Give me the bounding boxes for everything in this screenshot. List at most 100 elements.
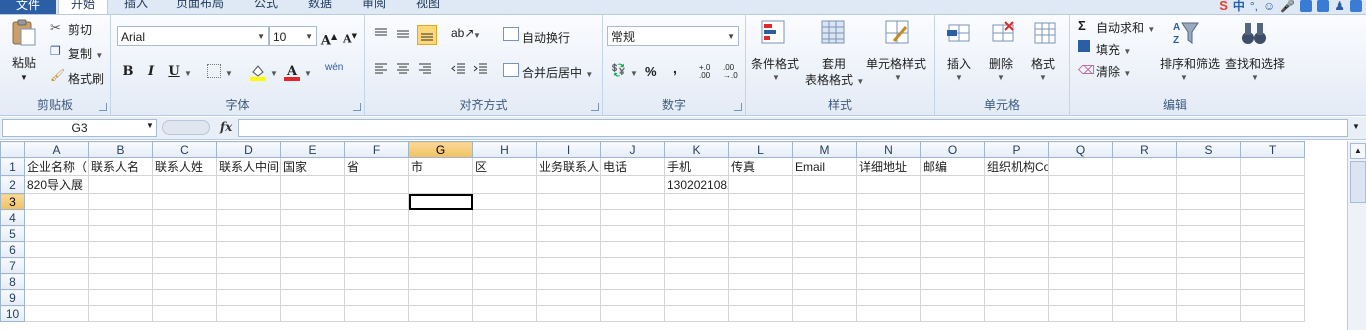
cell-styles-dropdown-icon[interactable]: ▼ (894, 73, 902, 82)
paste-icon[interactable] (10, 19, 38, 47)
cell-d9[interactable] (216, 289, 281, 306)
cell-i9[interactable] (536, 289, 601, 306)
formula-bar-splitter[interactable] (162, 120, 210, 135)
percent-button[interactable]: % (645, 64, 657, 79)
cell-r5[interactable] (1112, 225, 1177, 242)
cell-o8[interactable] (920, 273, 985, 290)
align-center-icon[interactable] (395, 62, 411, 76)
font-size-select[interactable]: 10 ▼ (269, 26, 317, 46)
cell-m2[interactable] (792, 175, 857, 194)
row-header-9[interactable]: 9 (0, 289, 25, 306)
column-header-p[interactable]: P (984, 141, 1049, 158)
cell-o1[interactable]: 邮编 (920, 157, 985, 176)
cell-h5[interactable] (472, 225, 537, 242)
cell-n2[interactable] (856, 175, 921, 194)
cell-e7[interactable] (280, 257, 345, 274)
cell-b2[interactable] (88, 175, 153, 194)
scroll-up-icon[interactable]: ▲ (1350, 143, 1366, 159)
row-header-2[interactable]: 2 (0, 175, 25, 194)
clipboard-launcher-icon[interactable] (99, 103, 107, 111)
microphone-icon[interactable]: 🎤 (1280, 0, 1295, 13)
cell-m8[interactable] (792, 273, 857, 290)
format-as-table-button[interactable]: 表格格式 ▼ (805, 71, 864, 88)
align-right-icon[interactable] (417, 62, 433, 76)
format-as-table-line1[interactable]: 套用 (822, 55, 846, 72)
cell-a3[interactable] (24, 193, 89, 210)
font-name-select[interactable]: Arial ▼ (117, 26, 269, 46)
cell-f9[interactable] (344, 289, 409, 306)
cell-q10[interactable] (1048, 305, 1113, 322)
cell-t6[interactable] (1240, 241, 1305, 258)
cell-n8[interactable] (856, 273, 921, 290)
user-icon[interactable]: ♟ (1334, 0, 1345, 13)
cell-b9[interactable] (88, 289, 153, 306)
cell-l2[interactable] (728, 175, 793, 194)
align-bottom-icon[interactable] (417, 25, 437, 45)
cell-b1[interactable]: 联系人名 (88, 157, 153, 176)
tab-home[interactable]: 开始 (58, 0, 108, 14)
cell-f7[interactable] (344, 257, 409, 274)
cell-k9[interactable] (664, 289, 729, 306)
borders-dropdown-icon[interactable]: ▼ (225, 69, 233, 78)
cell-f2[interactable] (344, 175, 409, 194)
increase-indent-icon[interactable] (473, 62, 489, 76)
cell-s7[interactable] (1176, 257, 1241, 274)
cell-r3[interactable] (1112, 193, 1177, 210)
cell-t5[interactable] (1240, 225, 1305, 242)
cell-d6[interactable] (216, 241, 281, 258)
column-header-c[interactable]: C (152, 141, 217, 158)
cell-n6[interactable] (856, 241, 921, 258)
column-header-o[interactable]: O (920, 141, 985, 158)
cell-j8[interactable] (600, 273, 665, 290)
format-cells-button[interactable]: 格式 (1031, 55, 1055, 72)
cell-l5[interactable] (728, 225, 793, 242)
cell-t1[interactable] (1240, 157, 1305, 176)
cell-c5[interactable] (152, 225, 217, 242)
cell-g1[interactable]: 市 (408, 157, 473, 176)
currency-dropdown-icon[interactable]: ▼ (630, 69, 638, 78)
wrap-text-button[interactable]: 自动换行 (522, 29, 570, 46)
cell-d10[interactable] (216, 305, 281, 322)
format-dropdown-icon[interactable]: ▼ (1039, 73, 1047, 82)
cell-k5[interactable] (664, 225, 729, 242)
tab-page-layout[interactable]: 页面布局 (170, 0, 230, 14)
row-header-10[interactable]: 10 (0, 305, 25, 322)
cell-t9[interactable] (1240, 289, 1305, 306)
sort-filter-button[interactable]: 排序和筛选 (1160, 55, 1220, 72)
cell-e8[interactable] (280, 273, 345, 290)
vertical-scrollbar[interactable]: ▲ (1347, 141, 1366, 330)
format-painter-button[interactable]: 格式刷 (68, 70, 104, 87)
cell-j4[interactable] (600, 209, 665, 226)
cell-j6[interactable] (600, 241, 665, 258)
cell-o6[interactable] (920, 241, 985, 258)
underline-dropdown-icon[interactable]: ▼ (184, 69, 192, 78)
cell-k2[interactable]: 13020210820 (664, 175, 729, 194)
cell-q1[interactable] (1048, 157, 1113, 176)
cell-d5[interactable] (216, 225, 281, 242)
paste-button[interactable]: 粘贴 (12, 54, 36, 71)
cell-h4[interactable] (472, 209, 537, 226)
cell-o7[interactable] (920, 257, 985, 274)
cell-o2[interactable] (920, 175, 985, 194)
cell-q3[interactable] (1048, 193, 1113, 210)
cell-t8[interactable] (1240, 273, 1305, 290)
column-header-n[interactable]: N (856, 141, 921, 158)
fill-color-dropdown-icon[interactable]: ▼ (270, 69, 278, 78)
cell-a1[interactable]: 企业名称（ (24, 157, 89, 176)
cell-b7[interactable] (88, 257, 153, 274)
cell-d2[interactable] (216, 175, 281, 194)
cell-e6[interactable] (280, 241, 345, 258)
number-format-select[interactable]: 常规 ▼ (607, 26, 739, 46)
cell-g8[interactable] (408, 273, 473, 290)
cell-m6[interactable] (792, 241, 857, 258)
underline-button[interactable]: U (165, 63, 183, 81)
shrink-font-button[interactable]: A▼ (341, 27, 359, 46)
borders-icon[interactable] (207, 64, 221, 78)
bold-button[interactable]: B (119, 63, 137, 81)
cell-b8[interactable] (88, 273, 153, 290)
cell-o9[interactable] (920, 289, 985, 306)
orientation-icon[interactable]: ab↗ (451, 26, 474, 40)
fill-color-icon[interactable] (249, 63, 267, 81)
cell-m7[interactable] (792, 257, 857, 274)
cell-c8[interactable] (152, 273, 217, 290)
